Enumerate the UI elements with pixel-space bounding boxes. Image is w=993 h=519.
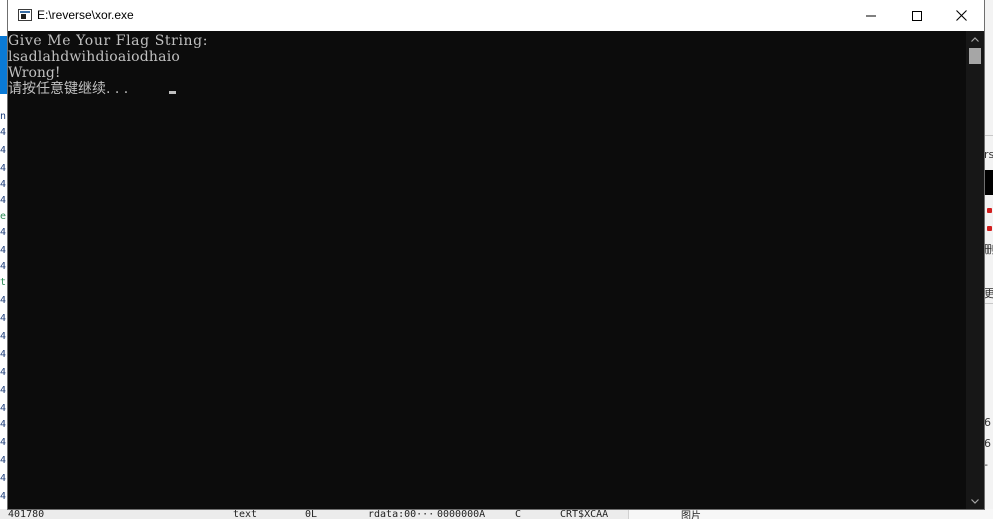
background-glyph: 4 <box>0 245 7 256</box>
background-red-marker <box>987 226 992 231</box>
background-glyph: 4 <box>0 331 7 342</box>
background-glyph: 4 <box>0 179 7 190</box>
background-glyph: 4 <box>0 403 7 414</box>
background-text: - <box>984 458 988 471</box>
background-text: _401780 <box>2 509 45 519</box>
background-text: 图片 <box>681 511 701 519</box>
chevron-up-icon <box>971 36 979 42</box>
background-glyph: 4 <box>0 473 7 484</box>
close-button[interactable] <box>938 0 984 31</box>
background-text: rs <box>984 148 993 161</box>
background-divider <box>984 303 993 304</box>
background-glyph: 4 <box>0 195 7 206</box>
close-icon <box>955 10 967 21</box>
background-glyph: 4 <box>0 419 7 430</box>
window-title: E:\reverse\xor.exe <box>37 8 134 22</box>
scroll-down-button[interactable] <box>966 493 984 509</box>
background-red-marker <box>987 208 992 213</box>
background-glyph: 4 <box>0 145 7 156</box>
background-text: 0000000A <box>437 509 486 519</box>
background-glyph: 4 <box>0 313 7 324</box>
console-line: 请按任意键继续. . . <box>8 81 133 97</box>
background-dark-bar <box>984 170 993 195</box>
background-text: C <box>515 509 522 519</box>
background-glyph: 4 <box>0 491 7 502</box>
background-glyph: 4 <box>0 385 7 396</box>
background-right-strip: rs 删 更 6 6 - <box>984 0 993 519</box>
minimize-icon <box>866 15 876 16</box>
background-text: 更 <box>984 287 993 300</box>
background-text: 0L <box>305 509 318 519</box>
background-glyph: t <box>0 277 7 288</box>
background-text: 6 <box>984 437 991 450</box>
background-glyph: e <box>0 211 7 222</box>
background-glyph: 4 <box>0 295 7 306</box>
background-glyph: 4 <box>0 437 7 448</box>
background-glyph: 4 <box>0 349 7 360</box>
background-glyph: 4 <box>0 227 7 238</box>
background-glyph: 4 <box>0 367 7 378</box>
console-line: lsadlahdwihdioaiodhaio <box>8 49 181 65</box>
scroll-up-button[interactable] <box>966 31 984 47</box>
console-window: E:\reverse\xor.exe Give Me Your Flag Str… <box>8 0 984 509</box>
console-app-icon[interactable] <box>18 9 32 21</box>
scroll-thumb[interactable] <box>969 48 981 64</box>
minimize-button[interactable] <box>848 0 894 31</box>
background-glyph: 4 <box>0 127 7 138</box>
maximize-icon <box>912 10 922 21</box>
background-text: 6 <box>984 416 991 429</box>
console-output[interactable]: Give Me Your Flag String: lsadlahdwihdio… <box>8 31 966 509</box>
console-line: Give Me Your Flag String: <box>8 33 209 49</box>
background-left-strip: n 4 4 4 4 4 e 4 4 4 t 4 4 4 4 4 4 4 4 4 … <box>0 0 8 519</box>
background-text: CRT$XCAA <box>560 509 609 519</box>
background-text: 删 <box>984 243 993 256</box>
text-cursor <box>169 91 176 94</box>
vertical-scrollbar[interactable] <box>966 31 984 509</box>
background-glyph: 4 <box>0 163 7 174</box>
background-bottom-strip: _401780 text 0L rdata:00··· 0000000A C C… <box>0 509 993 519</box>
background-glyph: 4 <box>0 455 7 466</box>
background-blue-stripe <box>0 36 8 94</box>
background-text: rdata:00··· <box>368 509 435 519</box>
background-glyph: n <box>0 111 7 122</box>
background-glyph: 4 <box>0 261 7 272</box>
background-panel: 图片 <box>628 509 993 519</box>
background-text: text <box>233 509 258 519</box>
background-divider <box>984 135 993 136</box>
title-bar[interactable]: E:\reverse\xor.exe <box>8 0 984 31</box>
maximize-button[interactable] <box>894 0 940 31</box>
console-line: Wrong! <box>8 65 61 81</box>
chevron-down-icon <box>971 498 979 504</box>
